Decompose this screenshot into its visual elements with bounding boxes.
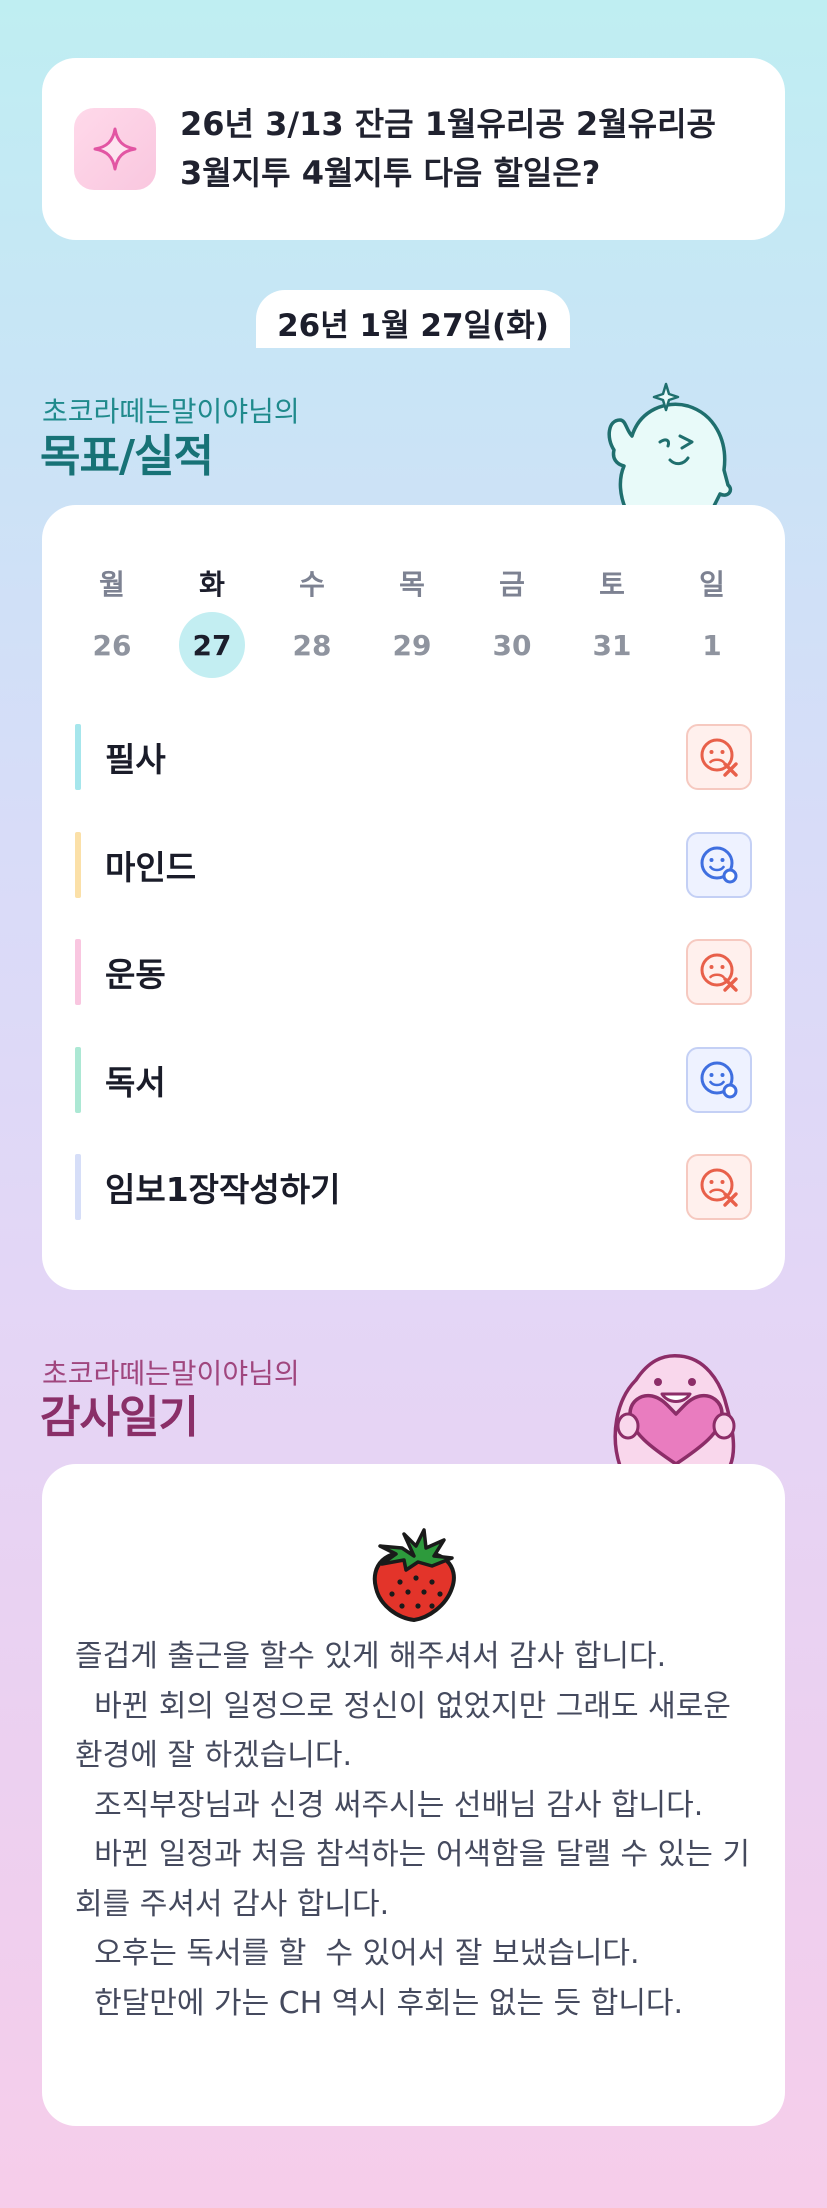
date-cell[interactable]: 30 bbox=[462, 612, 562, 678]
date-cell[interactable]: 1 bbox=[662, 612, 762, 678]
date-row: 26 27 28 29 30 31 1 bbox=[62, 612, 762, 678]
strawberry-icon bbox=[372, 1528, 456, 1622]
goal-color-bar bbox=[75, 832, 81, 898]
weekday-row: 월 화 수 목 금 토 일 bbox=[62, 563, 762, 603]
sparkle-icon bbox=[74, 108, 156, 190]
sad-x-icon[interactable] bbox=[686, 1154, 752, 1220]
question-text: 26년 3/13 잔금 1월유리공 2월유리공 3월지투 4월지투 다음 할일은… bbox=[180, 105, 716, 192]
thanks-card: 즐겁게 출근을 할수 있게 해주셔서 감사 합니다. 바뀐 회의 일정으로 정신… bbox=[42, 1464, 785, 2126]
waving-mascot-icon bbox=[607, 382, 733, 510]
goal-item-mind[interactable]: 마인드 bbox=[75, 832, 752, 898]
sad-x-icon[interactable] bbox=[686, 724, 752, 790]
weekday-sat: 토 bbox=[599, 568, 625, 601]
date-cell[interactable]: 29 bbox=[362, 612, 462, 678]
goal-item-transcription[interactable]: 필사 bbox=[75, 724, 752, 790]
goal-color-bar bbox=[75, 939, 81, 1005]
goals-title: 목표/실적 bbox=[40, 431, 214, 482]
date-label: 26년 1월 27일(화) bbox=[256, 290, 570, 348]
question-card[interactable]: 26년 3/13 잔금 1월유리공 2월유리공 3월지투 4월지투 다음 할일은… bbox=[42, 58, 785, 240]
goal-label: 운동 bbox=[105, 955, 166, 994]
goal-item-exercise[interactable]: 운동 bbox=[75, 939, 752, 1005]
thanks-title: 감사일기 bbox=[40, 1392, 199, 1443]
goals-card: 월 화 수 목 금 토 일 26 27 28 29 30 31 1 필사 마인드… bbox=[42, 505, 785, 1290]
heart-mascot-icon bbox=[613, 1353, 736, 1466]
goal-label: 필사 bbox=[105, 740, 166, 779]
date-cell[interactable]: 31 bbox=[562, 612, 662, 678]
date-cell[interactable]: 26 bbox=[62, 612, 162, 678]
goal-label: 마인드 bbox=[105, 848, 197, 887]
goal-color-bar bbox=[75, 1047, 81, 1113]
weekday-thu: 목 bbox=[399, 568, 425, 601]
sad-x-icon[interactable] bbox=[686, 939, 752, 1005]
goal-color-bar bbox=[75, 724, 81, 790]
goal-color-bar bbox=[75, 1154, 81, 1220]
date-cell-selected[interactable]: 27 bbox=[162, 612, 262, 678]
weekday-tue: 화 bbox=[199, 568, 225, 601]
weekday-wed: 수 bbox=[299, 568, 325, 601]
weekday-sun: 일 bbox=[699, 568, 725, 601]
weekday-mon: 월 bbox=[99, 568, 125, 601]
date-cell[interactable]: 28 bbox=[262, 612, 362, 678]
goal-label: 임보1장작성하기 bbox=[105, 1170, 341, 1209]
thanks-body-text: 즐겁게 출근을 할수 있게 해주셔서 감사 합니다. 바뀐 회의 일정으로 정신… bbox=[75, 1639, 750, 2021]
goal-item-reading[interactable]: 독서 bbox=[75, 1047, 752, 1113]
goal-item-write-report[interactable]: 임보1장작성하기 bbox=[75, 1154, 752, 1220]
smile-check-icon[interactable] bbox=[686, 1047, 752, 1113]
weekday-fri: 금 bbox=[499, 568, 525, 601]
goal-label: 독서 bbox=[105, 1063, 166, 1102]
smile-check-icon[interactable] bbox=[686, 832, 752, 898]
